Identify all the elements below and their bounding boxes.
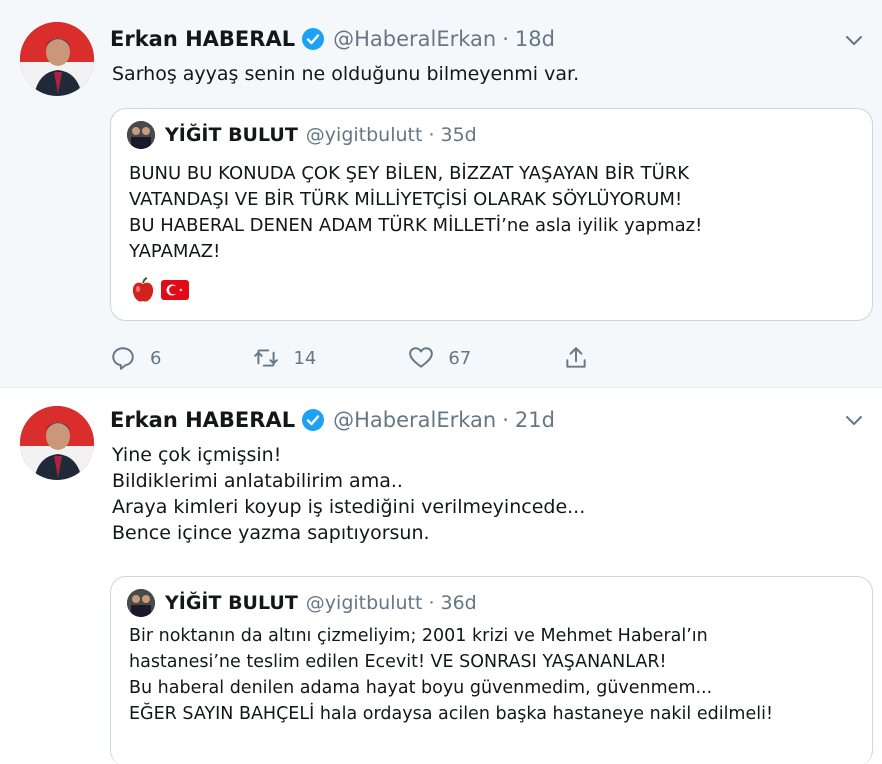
- quoted-timestamp: 36d: [440, 592, 477, 614]
- separator-dot: ·: [428, 124, 435, 146]
- avatar[interactable]: [20, 406, 94, 480]
- quoted-text-line: EĞER SAYIN BAHÇELİ hala ordaysa acilen b…: [129, 704, 773, 724]
- verified-badge-icon: [301, 408, 325, 432]
- quoted-tweet[interactable]: YİĞİT BULUT @yigitbulutt · 36d Bir nokta…: [110, 576, 873, 764]
- retweet-icon: [254, 349, 279, 367]
- quoted-tweet-header: YİĞİT BULUT @yigitbulutt · 36d: [127, 589, 477, 617]
- tweet-text: Sarhoş ayyaş senin ne olduğunu bilmeyenm…: [112, 61, 579, 87]
- quoted-author-handle: @yigitbulutt: [305, 124, 423, 146]
- avatar[interactable]: [20, 22, 94, 96]
- quoted-tweet[interactable]: YİĞİT BULUT @yigitbulutt · 35d BUNU BU K…: [110, 108, 873, 321]
- separator-dot: ·: [502, 27, 509, 51]
- quoted-timestamp: 35d: [440, 124, 477, 146]
- verified-badge-icon: [301, 27, 325, 51]
- emoji-row: [131, 277, 189, 307]
- quoted-text-line: BU HABERAL DENEN ADAM TÜRK MİLLETİ’ne as…: [129, 215, 703, 236]
- share-icon: [566, 347, 586, 368]
- quoted-avatar: [127, 589, 155, 617]
- quoted-author-name: YİĞİT BULUT: [165, 592, 298, 614]
- separator-dot: ·: [502, 408, 509, 432]
- reply-button[interactable]: 6: [110, 345, 161, 371]
- quoted-text-line: Bu haberal denilen adama hayat boyu güve…: [129, 678, 713, 698]
- like-button[interactable]: 67: [408, 345, 471, 371]
- tweet-text: Yine çok içmişsin! Bildiklerimi anlatabi…: [112, 442, 585, 546]
- retweet-button[interactable]: 14: [253, 345, 316, 371]
- quoted-text-line: BUNU BU KONUDA ÇOK ŞEY BİLEN, BİZZAT YAŞ…: [129, 163, 690, 184]
- reply-icon: [112, 347, 134, 370]
- chevron-down-icon[interactable]: [842, 28, 866, 52]
- quoted-text-line: hastanesi’ne teslim edilen Ecevit! VE SO…: [129, 652, 667, 672]
- quoted-text-line: Bir noktanın da altını çizmeliyim; 2001 …: [129, 626, 708, 646]
- quoted-text-line: YAPAMAZ!: [129, 241, 221, 262]
- reply-count: 6: [150, 347, 162, 369]
- apple-icon: [131, 277, 155, 307]
- chevron-down-icon[interactable]: [842, 408, 866, 432]
- quoted-tweet-text: BUNU BU KONUDA ÇOK ŞEY BİLEN, BİZZAT YAŞ…: [129, 161, 702, 265]
- author-name[interactable]: Erkan HABERAL: [110, 27, 295, 51]
- tweet-text-line: Araya kimleri koyup iş istediğini verilm…: [112, 496, 586, 518]
- quoted-author-name: YİĞİT BULUT: [165, 124, 298, 146]
- tweet-text-line: Bildiklerimi anlatabilirim ama..: [112, 470, 403, 492]
- tweet-text-line: Sarhoş ayyaş senin ne olduğunu bilmeyenm…: [112, 63, 580, 85]
- quoted-avatar: [127, 121, 155, 149]
- separator-dot: ·: [428, 592, 435, 614]
- author-handle[interactable]: @HaberalErkan: [333, 27, 496, 51]
- quoted-author-handle: @yigitbulutt: [305, 592, 423, 614]
- share-button[interactable]: [563, 345, 589, 371]
- tweet-header: Erkan HABERAL @HaberalErkan · 18d: [110, 22, 555, 56]
- author-name[interactable]: Erkan HABERAL: [110, 408, 295, 432]
- tweet-timestamp[interactable]: 18d: [515, 27, 555, 51]
- tweet-header: Erkan HABERAL @HaberalErkan · 21d: [110, 403, 555, 437]
- tweet-actions: 6 14 67: [110, 340, 589, 376]
- tweet[interactable]: Erkan HABERAL @HaberalErkan · 18d Sarhoş…: [0, 0, 882, 388]
- tweet-text-line: Yine çok içmişsin!: [112, 444, 282, 466]
- tweet-text-line: Bence içince yazma sapıtıyorsun.: [112, 522, 430, 544]
- author-handle[interactable]: @HaberalErkan: [333, 408, 496, 432]
- like-count: 67: [448, 347, 472, 369]
- quoted-tweet-text: Bir noktanın da altını çizmeliyim; 2001 …: [129, 623, 773, 727]
- quoted-text-line: VATANDAŞI VE BİR TÜRK MİLLİYETÇİSİ OLARA…: [129, 189, 683, 210]
- quoted-tweet-header: YİĞİT BULUT @yigitbulutt · 35d: [127, 121, 477, 149]
- tweet[interactable]: Erkan HABERAL @HaberalErkan · 21d Yine ç…: [0, 388, 882, 764]
- heart-icon: [409, 347, 434, 368]
- retweet-count: 14: [293, 347, 317, 369]
- turkey-flag-icon: [161, 280, 189, 304]
- tweet-timestamp[interactable]: 21d: [515, 408, 555, 432]
